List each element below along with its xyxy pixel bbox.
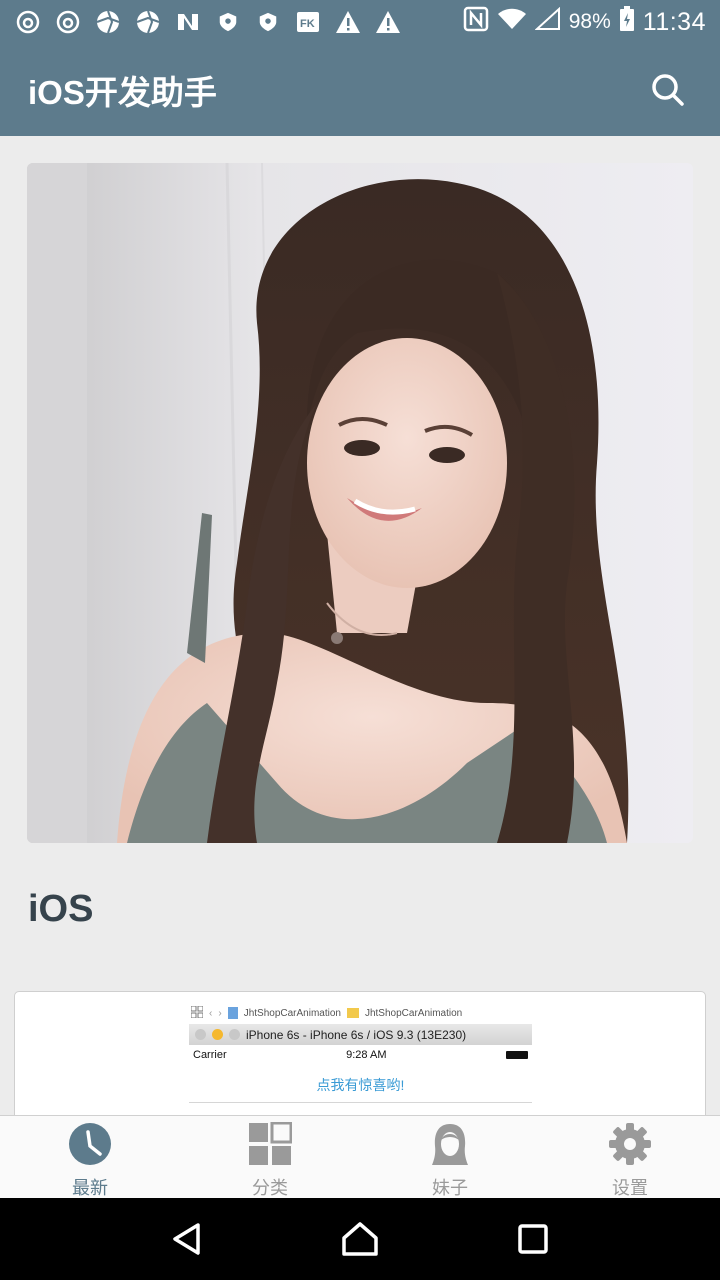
fk-app-icon: FK [294, 8, 322, 36]
tab-latest[interactable]: 最新 [0, 1116, 180, 1198]
file-icon [227, 1007, 238, 1019]
status-bar: FK 98% 11:34 [0, 0, 720, 44]
sim-time: 9:28 AM [346, 1049, 387, 1061]
breadcrumb-folder: JhtShopCarAnimation [364, 1007, 463, 1019]
shield-icon [254, 8, 282, 36]
feed-content[interactable]: iOS ‹ › JhtShopCarAnimation JhtShopCarAn… [0, 136, 720, 1115]
system-indicators: 98% 11:34 [463, 6, 706, 38]
tab-label: 最新 [72, 1178, 108, 1198]
back-triangle-icon [172, 1223, 200, 1255]
girl-photo-card[interactable] [27, 163, 693, 843]
tab-label: 妹子 [432, 1178, 468, 1198]
clock-time: 11:34 [642, 7, 706, 36]
home-button[interactable] [330, 1209, 390, 1269]
grid-icon [248, 1122, 292, 1166]
article-thumbnail: ‹ › JhtShopCarAnimation JhtShopCarAnimat… [189, 1002, 532, 1115]
window-minimize-dot [212, 1029, 223, 1040]
girl-photo [27, 163, 693, 843]
notification-icons: FK [14, 8, 402, 36]
aperture-icon [134, 8, 162, 36]
home-icon [342, 1222, 378, 1256]
tab-settings[interactable]: 设置 [540, 1116, 720, 1198]
section-title: iOS [28, 888, 94, 930]
netease-music-icon [54, 8, 82, 36]
nfc-icon [463, 6, 489, 38]
battery-icon [619, 6, 635, 38]
app-title: iOS开发助手 [28, 74, 217, 111]
battery-percent: 98% [568, 10, 611, 33]
divider [189, 1102, 532, 1103]
window-zoom-dot [229, 1029, 240, 1040]
forward-arrow-icon: › [218, 1007, 222, 1019]
xcode-toolbar: ‹ › JhtShopCarAnimation JhtShopCarAnimat… [189, 1002, 532, 1024]
simulator-titlebar: iPhone 6s - iPhone 6s / iOS 9.3 (13E230) [189, 1024, 532, 1045]
app-screen: FK 98% 11:34 iOS开发助手 iOS ‹ › JhtShopCarA… [0, 0, 720, 1280]
window-close-dot [195, 1029, 206, 1040]
tab-label: 设置 [612, 1178, 648, 1198]
wifi-icon [497, 7, 527, 37]
system-navigation-bar [0, 1198, 720, 1280]
n-app-icon [174, 8, 202, 36]
warning-icon [334, 8, 362, 36]
signal-icon [534, 6, 561, 37]
aperture-icon [94, 8, 122, 36]
breadcrumb-project: JhtShopCarAnimation [243, 1007, 341, 1019]
back-button[interactable] [157, 1209, 217, 1269]
recents-square-icon [518, 1224, 549, 1254]
shield-icon [214, 8, 242, 36]
bottom-navigation: 最新 分类 妹子 设置 [0, 1115, 720, 1198]
sim-carrier: Carrier [193, 1049, 227, 1061]
article-card[interactable]: ‹ › JhtShopCarAnimation JhtShopCarAnimat… [14, 991, 706, 1115]
recents-button[interactable] [503, 1209, 563, 1269]
gear-icon [608, 1122, 652, 1166]
clock-icon [68, 1122, 112, 1166]
tab-girls[interactable]: 妹子 [360, 1116, 540, 1198]
sim-status-bar: Carrier 9:28 AM [189, 1045, 532, 1065]
device-title: iPhone 6s - iPhone 6s / iOS 9.3 (13E230) [246, 1027, 467, 1042]
girl-icon [428, 1122, 472, 1166]
search-icon [652, 74, 684, 106]
app-bar: iOS开发助手 [0, 44, 720, 136]
folder-icon [346, 1008, 359, 1018]
sim-link-text: 点我有惊喜哟! [316, 1077, 405, 1093]
warning-icon [374, 8, 402, 36]
back-arrow-icon: ‹ [209, 1007, 213, 1019]
netease-music-icon [14, 8, 42, 36]
tab-categories[interactable]: 分类 [180, 1116, 360, 1198]
search-button[interactable] [644, 66, 692, 114]
tab-label: 分类 [252, 1178, 288, 1198]
grid-small-icon [190, 1005, 204, 1021]
sim-battery-icon [505, 1051, 528, 1059]
svg-text:FK: FK [300, 18, 315, 30]
